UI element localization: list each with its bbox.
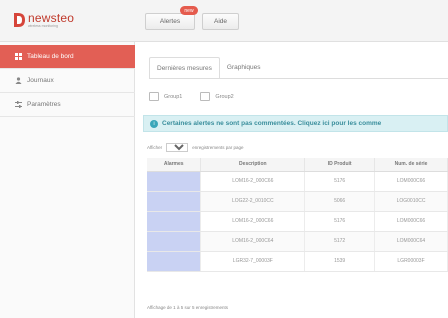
column-header-description[interactable]: Description: [200, 158, 306, 172]
length-suffix: enregistrements par page: [192, 145, 244, 150]
column-header-product-id[interactable]: ID Produit: [304, 158, 376, 172]
top-bar: newsteo wireless monitoring Alertes new …: [0, 0, 448, 42]
description-cell: LOG22-2_0010CC: [200, 191, 306, 212]
table-row[interactable]: LGR32-7_00003F 1539 LGR00003F: [147, 251, 448, 272]
serial-cell: LOM000C64: [374, 231, 448, 252]
column-header-serial[interactable]: Num. de série: [374, 158, 448, 172]
info-icon: i: [150, 119, 158, 128]
group-filters: Group1 Group2: [149, 92, 252, 101]
sidebar-item-label: Paramètres: [27, 101, 61, 108]
main-content: Dernières mesures Graphiques Group1 Grou…: [135, 42, 448, 318]
tab-graphs[interactable]: Graphiques: [220, 57, 268, 78]
group1-checkbox[interactable]: [149, 92, 159, 101]
description-cell: LGR32-7_00003F: [200, 251, 306, 272]
alarm-cell: [147, 211, 202, 232]
alert-message[interactable]: Certaines alertes ne sont pas commentées…: [162, 120, 381, 127]
sidebar-item-label: Tableau de bord: [27, 53, 74, 60]
product-id-cell: 1539: [304, 251, 376, 272]
uncommented-alerts-banner[interactable]: i Certaines alertes ne sont pas commenté…: [143, 115, 448, 132]
help-button[interactable]: Aide: [202, 13, 239, 30]
alerts-badge: new: [180, 6, 198, 15]
product-id-cell: 5176: [304, 211, 376, 232]
group-label: Group1: [164, 93, 183, 100]
sidebar-item-journals[interactable]: Journaux: [0, 69, 135, 93]
sidebar-item-dashboard[interactable]: Tableau de bord: [0, 45, 135, 69]
logo-name: newsteo: [28, 11, 75, 25]
serial-cell: LOM000C66: [374, 211, 448, 232]
records-per-page-select[interactable]: 100: [166, 143, 189, 152]
table-row[interactable]: LOM16-2_000C64 5172 LOM000C64: [147, 231, 448, 252]
sidebar-item-label: Journaux: [27, 77, 54, 84]
table-info: Affichage de 1 à 5 sur 5 enregistrements: [147, 305, 228, 310]
serial-cell: LOG0010CC: [374, 191, 448, 212]
alarm-cell: [147, 231, 202, 252]
column-header-alarms[interactable]: Alarmes: [147, 158, 202, 172]
table-row[interactable]: LOM16-2_000C66 5176 LOM000C66: [147, 171, 448, 192]
description-cell: LOM16-2_000C66: [200, 211, 306, 232]
logo[interactable]: newsteo wireless monitoring: [12, 12, 74, 29]
alarm-cell: [147, 191, 202, 212]
tab-latest-measures[interactable]: Dernières mesures: [149, 57, 220, 78]
product-id-cell: 5172: [304, 231, 376, 252]
description-cell: LOM16-2_000C66: [200, 171, 306, 192]
table-row[interactable]: LOM16-2_000C66 5176 LOM000C66: [147, 211, 448, 232]
settings-icon: [14, 101, 22, 109]
serial-cell: LGR00003F: [374, 251, 448, 272]
group2-checkbox[interactable]: [200, 92, 211, 101]
serial-cell: LOM000C66: [374, 171, 448, 192]
alarm-cell: [147, 171, 202, 192]
description-cell: LOM16-2_000C64: [200, 231, 306, 252]
sidebar-item-settings[interactable]: Paramètres: [0, 93, 135, 117]
records-per-page: Afficher 100 enregistrements par page: [147, 143, 243, 152]
product-id-cell: 5066: [304, 191, 376, 212]
product-id-cell: 5176: [304, 171, 376, 192]
table-header-row: Alarmes Description ID Produit Num. de s…: [147, 158, 448, 172]
alarm-cell: [147, 251, 202, 272]
alerts-button[interactable]: Alertes: [145, 13, 195, 30]
group-filter-1[interactable]: Group1: [149, 92, 182, 101]
group-label: Group2: [215, 93, 234, 100]
dashboard-icon: [14, 53, 22, 61]
length-prefix: Afficher: [147, 145, 163, 150]
logo-icon: [12, 12, 26, 28]
sidebar: Tableau de bord Journaux Paramètres: [0, 42, 135, 318]
table-row[interactable]: LOG22-2_0010CC 5066 LOG0010CC: [147, 191, 448, 212]
user-icon: [14, 77, 22, 85]
group-filter-2[interactable]: Group2: [200, 92, 234, 101]
measures-table: Alarmes Description ID Produit Num. de s…: [147, 158, 448, 272]
logo-tagline: wireless monitoring: [28, 24, 58, 28]
tab-bar: Dernières mesures Graphiques: [149, 57, 268, 78]
tab-divider: [149, 78, 448, 79]
